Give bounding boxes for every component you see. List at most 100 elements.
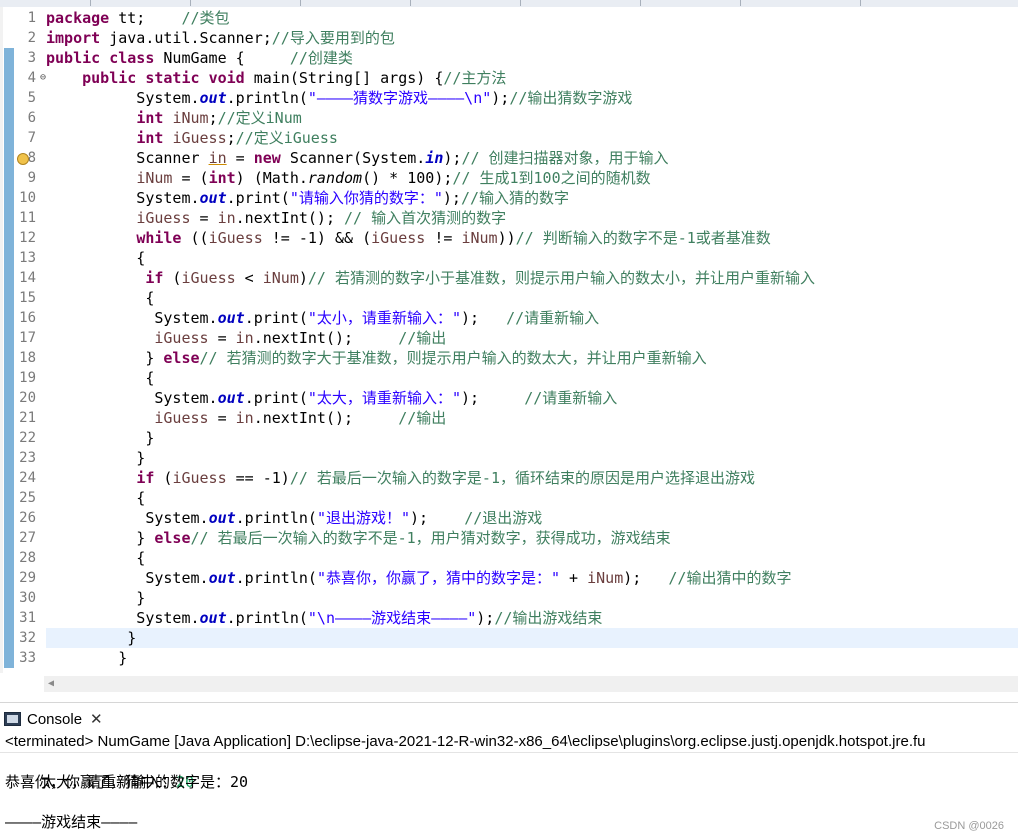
console-icon — [4, 712, 21, 726]
code-token: else — [163, 349, 200, 367]
code-token: //输出 — [398, 329, 447, 347]
code-token: new — [253, 149, 281, 167]
code-token: // 若最后一次输入的数字是-1，循环结束的原因是用户选择退出游戏 — [289, 469, 756, 487]
line-number: 25 — [19, 490, 36, 506]
code-line[interactable]: System.out.print("太小，请重新输入："); //请重新输入 — [46, 308, 1018, 328]
code-line[interactable]: System.out.println("\n————游戏结束————");//输… — [46, 608, 1018, 628]
code-token: iGuess — [154, 329, 209, 347]
code-line[interactable]: while ((iGuess != -1) && (iGuess != iNum… — [46, 228, 1018, 248]
warning-icon[interactable] — [17, 153, 29, 165]
code-line[interactable]: } — [46, 648, 1018, 668]
code-token: static — [145, 69, 200, 87]
code-area[interactable]: package tt; //类包 import java.util.Scanner… — [46, 7, 1018, 673]
tab-console[interactable]: Console ✕ — [4, 708, 103, 730]
code-token: "太小，请重新输入：" — [307, 309, 461, 327]
code-line[interactable]: System.out.print("太大，请重新输入："); //请重新输入 — [46, 388, 1018, 408]
code-line[interactable]: System.out.println("恭喜你，你赢了，猜中的数字是：" + i… — [46, 568, 1018, 588]
line-number: 1 — [27, 10, 36, 26]
code-line[interactable]: System.out.println("退出游戏！"); //退出游戏 — [46, 508, 1018, 528]
code-token: out — [199, 89, 227, 107]
code-token: "恭喜你，你赢了，猜中的数字是：" — [316, 569, 561, 587]
code-token: iGuess — [172, 129, 227, 147]
code-line[interactable]: } — [46, 588, 1018, 608]
code-token: .println( — [235, 509, 317, 527]
code-line[interactable]: package tt; //类包 — [46, 8, 1018, 28]
code-token: iNum — [587, 569, 624, 587]
line-number: 21 — [19, 410, 36, 426]
code-token: ); — [491, 89, 510, 107]
code-line[interactable]: } — [46, 448, 1018, 468]
code-token: { — [46, 249, 146, 267]
code-token: } — [46, 649, 128, 667]
editor-horizontal-scrollbar[interactable]: ◀ — [44, 676, 1018, 692]
code-line[interactable]: System.out.println("————猜数字游戏————\n");//… — [46, 88, 1018, 108]
close-icon[interactable]: ✕ — [90, 710, 103, 728]
code-line[interactable]: iNum = (int) (Math.random() * 100);// 生成… — [46, 168, 1018, 188]
line-number: 12 — [19, 230, 36, 246]
line-number: 28 — [19, 550, 36, 566]
code-line[interactable]: iGuess = in.nextInt(); //输出 — [46, 328, 1018, 348]
code-token: { — [46, 369, 155, 387]
code-token: ); — [443, 149, 462, 167]
code-line[interactable]: { — [46, 488, 1018, 508]
code-line[interactable]: public class NumGame { //创建类 — [46, 48, 1018, 68]
code-token: = — [208, 329, 236, 347]
code-token: (( — [181, 229, 209, 247]
console-tab-label: Console — [27, 710, 83, 728]
code-token: int — [208, 169, 236, 187]
code-line-current[interactable]: } — [46, 628, 1018, 648]
code-line[interactable]: import java.util.Scanner;//导入要用到的包 — [46, 28, 1018, 48]
code-line[interactable]: { — [46, 248, 1018, 268]
code-line[interactable]: System.out.print("请输入你猜的数字：");//输入猜的数字 — [46, 188, 1018, 208]
code-token: in — [208, 149, 227, 167]
java-editor[interactable]: 1 2 3 4 5 6 7 8 9 10 11 12 13 14 15 16 17 18 19 20 21 22 23 24 2… — [0, 7, 1018, 673]
code-token: out — [217, 389, 245, 407]
code-token: //输入猜的数字 — [460, 189, 570, 207]
console-output[interactable]: <terminated> NumGame [Java Application] … — [0, 732, 1018, 840]
code-line[interactable]: if (iGuess == -1)// 若最后一次输入的数字是-1，循环结束的原… — [46, 468, 1018, 488]
code-line[interactable]: int iNum;//定义iNum — [46, 108, 1018, 128]
code-line[interactable]: } — [46, 428, 1018, 448]
tab-separator — [300, 0, 301, 6]
code-line[interactable]: iGuess = in.nextInt(); // 输入首次猜测的数字 — [46, 208, 1018, 228]
console-view-tabbar: Console ✕ — [0, 702, 1018, 733]
code-token: = ( — [172, 169, 209, 187]
code-token: iNum — [461, 229, 498, 247]
code-token: //主方法 — [443, 69, 507, 87]
code-line[interactable]: } else// 若最后一次输入的数字不是-1，用户猜对数字，获得成功，游戏结束 — [46, 528, 1018, 548]
code-token: // 若最后一次输入的数字不是-1，用户猜对数字，获得成功，游戏结束 — [190, 529, 671, 547]
code-line[interactable]: Scanner in = new Scanner(System.in);// 创… — [46, 148, 1018, 168]
code-token: .nextInt(); — [253, 409, 399, 427]
code-line[interactable]: if (iGuess < iNum)// 若猜测的数字小于基准数，则提示用户输入… — [46, 268, 1018, 288]
code-token: // 生成1到100之间的随机数 — [452, 169, 651, 187]
code-token: System. — [46, 89, 200, 107]
overview-ruler — [0, 7, 3, 673]
code-token: .println( — [226, 89, 308, 107]
line-number: 2 — [27, 30, 36, 46]
code-token: iNum — [262, 269, 299, 287]
code-line[interactable]: int iGuess;//定义iGuess — [46, 128, 1018, 148]
code-token: ; — [208, 109, 218, 127]
code-line[interactable]: public static void main(String[] args) {… — [46, 68, 1018, 88]
console-line: ————游戏结束———— — [5, 813, 138, 831]
scroll-left-icon[interactable]: ◀ — [48, 678, 54, 689]
line-number: 20 — [19, 390, 36, 406]
code-line[interactable]: } else// 若猜测的数字大于基准数，则提示用户输入的数太大，并让用户重新输… — [46, 348, 1018, 368]
code-token: ; — [226, 129, 236, 147]
code-line[interactable]: { — [46, 288, 1018, 308]
code-token: "太大，请重新输入：" — [307, 389, 461, 407]
code-token: )) — [497, 229, 516, 247]
code-token: System. — [46, 509, 209, 527]
code-token: { — [46, 549, 146, 567]
code-line[interactable]: { — [46, 548, 1018, 568]
code-token: != — [425, 229, 462, 247]
code-line[interactable]: iGuess = in.nextInt(); //输出 — [46, 408, 1018, 428]
line-number: 23 — [19, 450, 36, 466]
code-line[interactable]: { — [46, 368, 1018, 388]
code-token: void — [208, 69, 245, 87]
code-token: random — [307, 169, 363, 187]
line-number: 7 — [27, 130, 36, 146]
